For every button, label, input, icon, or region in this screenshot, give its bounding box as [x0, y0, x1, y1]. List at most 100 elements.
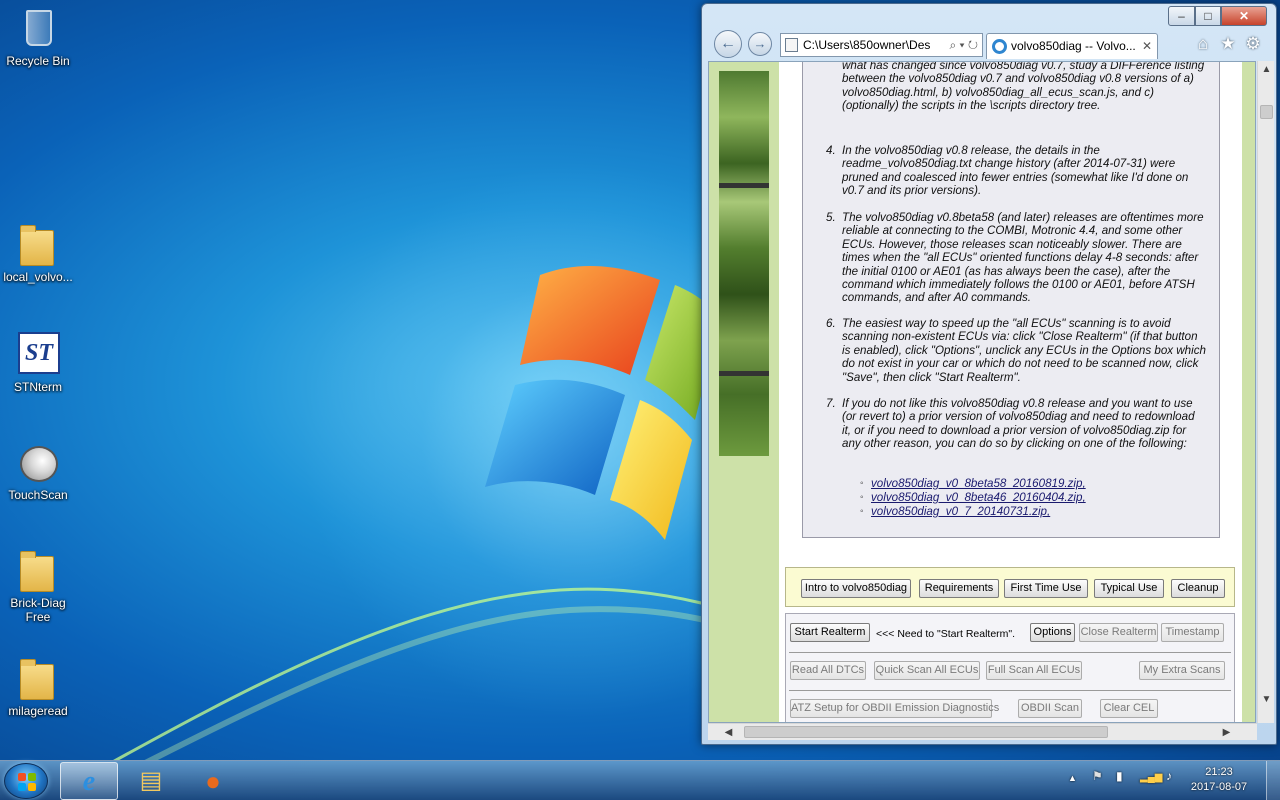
folder-icon: [20, 659, 54, 700]
windows-logo: [485, 265, 720, 540]
obdii-scan-button[interactable]: OBDII Scan: [1018, 699, 1082, 718]
sidebar-photo: [719, 71, 769, 456]
page-icon: [785, 38, 798, 52]
desktop-icon-label: Recycle Bin: [6, 54, 70, 68]
typical-use-button[interactable]: Typical Use: [1094, 579, 1164, 598]
item-7-text: If you do not like this volvo850diag v0.…: [842, 397, 1195, 451]
back-button[interactable]: ←: [714, 30, 742, 58]
start-realterm-button[interactable]: Start Realterm: [790, 623, 870, 642]
tools-gear-icon[interactable]: ⚙: [1242, 33, 1264, 55]
horizontal-scroll-thumb[interactable]: [744, 726, 1108, 738]
vertical-scroll-thumb[interactable]: [1260, 105, 1273, 119]
link-v0-8beta46[interactable]: volvo850diag_v0_8beta46_20160404.zip,: [871, 491, 1086, 504]
panel-divider: [789, 652, 1231, 653]
clock-time: 21:23: [1205, 766, 1233, 778]
desktop-icon-label: local_volvo...: [3, 270, 73, 284]
item-number: 5.: [826, 211, 836, 224]
bullet-icon: ◦: [860, 492, 864, 503]
page-content-column: what has changed since volvo850diag v0.7…: [779, 61, 1242, 722]
taskbar-ie-button[interactable]: e: [60, 762, 118, 800]
stnterm-icon: ST: [18, 332, 60, 374]
firefox-icon: ●: [205, 766, 221, 796]
scroll-right-icon[interactable]: ▶: [1218, 724, 1235, 741]
desktop-icon-local-volvo[interactable]: local_volvo...: [0, 222, 76, 284]
power-icon[interactable]: ▮: [1116, 769, 1123, 783]
my-extra-scans-button[interactable]: My Extra Scans: [1139, 661, 1225, 680]
timestamp-button[interactable]: Timestamp: [1161, 623, 1224, 642]
bullet-icon: ◦: [860, 506, 864, 517]
home-icon[interactable]: ⌂: [1192, 33, 1214, 55]
scroll-down-icon[interactable]: ▼: [1258, 691, 1275, 708]
tab-volvo850diag[interactable]: volvo850diag -- Volvo... ✕: [986, 33, 1158, 59]
read-all-dtcs-button[interactable]: Read All DTCs: [790, 661, 866, 680]
item-5-text: The volvo850diag v0.8beta58 (and later) …: [842, 211, 1204, 305]
ie-icon: e: [82, 766, 96, 797]
link-v0-8beta58[interactable]: volvo850diag_v0_8beta58_20160819.zip,: [871, 477, 1086, 490]
link-v0-7[interactable]: volvo850diag_v0_7_20140731.zip,: [871, 505, 1050, 518]
volume-icon[interactable]: ♪: [1166, 769, 1172, 783]
clear-cel-button[interactable]: Clear CEL: [1100, 699, 1158, 718]
intro-button[interactable]: Intro to volvo850diag: [801, 579, 911, 598]
atz-setup-button[interactable]: ATZ Setup for OBDII Emission Diagnostics: [790, 699, 999, 718]
tab-title: volvo850diag -- Volvo...: [1011, 39, 1136, 53]
quick-scan-button[interactable]: Quick Scan All ECUs: [874, 661, 980, 680]
ie-window: – □ ✕ ← → C:\Users\850owner\Des ⌕ ▾ ↻ vo…: [701, 3, 1277, 745]
clock[interactable]: 21:23 2017-08-07: [1190, 765, 1248, 795]
desktop-icon-label: milageread: [8, 704, 68, 718]
bullet-icon: ◦: [860, 478, 864, 489]
desktop-icon-label: STNterm: [14, 380, 62, 394]
taskbar: e ▤ ● ▲ ⚑ ▮ ▂▄▆ ♪ 21:23 2017-08-07: [0, 760, 1280, 800]
minimize-button[interactable]: –: [1168, 6, 1195, 26]
close-button[interactable]: ✕: [1221, 6, 1267, 26]
show-desktop-button[interactable]: [1266, 761, 1280, 800]
folder-icon: [20, 225, 54, 266]
recycle-bin-icon: [26, 10, 52, 46]
vertical-scrollbar[interactable]: ▲ ▼: [1257, 61, 1274, 723]
release-notes-box: what has changed since volvo850diag v0.7…: [802, 61, 1220, 538]
desktop-icon-label: Brick-Diag Free: [10, 596, 66, 624]
network-signal-icon[interactable]: ▂▄▆: [1140, 772, 1162, 783]
start-button[interactable]: [4, 763, 48, 799]
address-text: C:\Users\850owner\Des: [803, 38, 931, 52]
scroll-left-icon[interactable]: ◀: [720, 724, 737, 741]
address-tools-icon[interactable]: ⌕ ▾ ↻: [949, 34, 978, 56]
action-center-flag-icon[interactable]: ⚑: [1092, 769, 1103, 783]
taskbar-firefox-button[interactable]: ●: [184, 762, 242, 800]
maximize-button[interactable]: □: [1195, 6, 1221, 26]
desktop-icon-touchscan[interactable]: TouchScan: [0, 440, 76, 502]
show-hidden-icons-icon[interactable]: ▲: [1068, 773, 1077, 783]
item-3-text: what has changed since volvo850diag v0.7…: [842, 61, 1205, 113]
favorites-icon[interactable]: ★: [1217, 33, 1239, 55]
first-time-use-button[interactable]: First Time Use: [1004, 579, 1088, 598]
full-scan-button[interactable]: Full Scan All ECUs: [986, 661, 1082, 680]
close-realterm-button[interactable]: Close Realterm: [1079, 623, 1158, 642]
start-realterm-note: <<< Need to "Start Realterm".: [876, 628, 1016, 640]
desktop-icon-brick-diag[interactable]: Brick-Diag Free: [0, 548, 76, 624]
options-button[interactable]: Options: [1030, 623, 1075, 642]
clock-date: 2017-08-07: [1190, 781, 1248, 793]
item-6-text: The easiest way to speed up the "all ECU…: [842, 317, 1206, 384]
requirements-button[interactable]: Requirements: [919, 579, 999, 598]
item-number: 7.: [826, 397, 836, 410]
cleanup-button[interactable]: Cleanup: [1171, 579, 1225, 598]
control-panel: Start Realterm <<< Need to "Start Realte…: [785, 613, 1235, 722]
ie-favicon-icon: [992, 39, 1007, 54]
taskbar-explorer-button[interactable]: ▤: [122, 762, 180, 800]
desktop-icon-stnterm[interactable]: ST STNterm: [0, 332, 76, 394]
desktop-icon-recycle-bin[interactable]: Recycle Bin: [0, 6, 76, 68]
forward-button[interactable]: →: [748, 32, 772, 56]
item-number: 6.: [826, 317, 836, 330]
desktop-icon-label: TouchScan: [8, 488, 68, 502]
tab-close-icon[interactable]: ✕: [1142, 34, 1152, 58]
scroll-up-icon[interactable]: ▲: [1258, 61, 1275, 78]
item-number: 4.: [826, 144, 836, 157]
horizontal-scrollbar[interactable]: ◀ ▶: [708, 723, 1257, 740]
touchscan-icon: [20, 446, 58, 482]
desktop-icon-milageread[interactable]: milageread: [0, 656, 76, 718]
panel-divider: [789, 690, 1231, 691]
page-viewport: what has changed since volvo850diag v0.7…: [708, 61, 1256, 723]
folder-icon: [20, 551, 54, 592]
folder-explorer-icon: ▤: [139, 767, 163, 794]
item-4-text: In the volvo850diag v0.8 release, the de…: [842, 144, 1189, 198]
address-bar[interactable]: C:\Users\850owner\Des ⌕ ▾ ↻: [780, 33, 983, 57]
